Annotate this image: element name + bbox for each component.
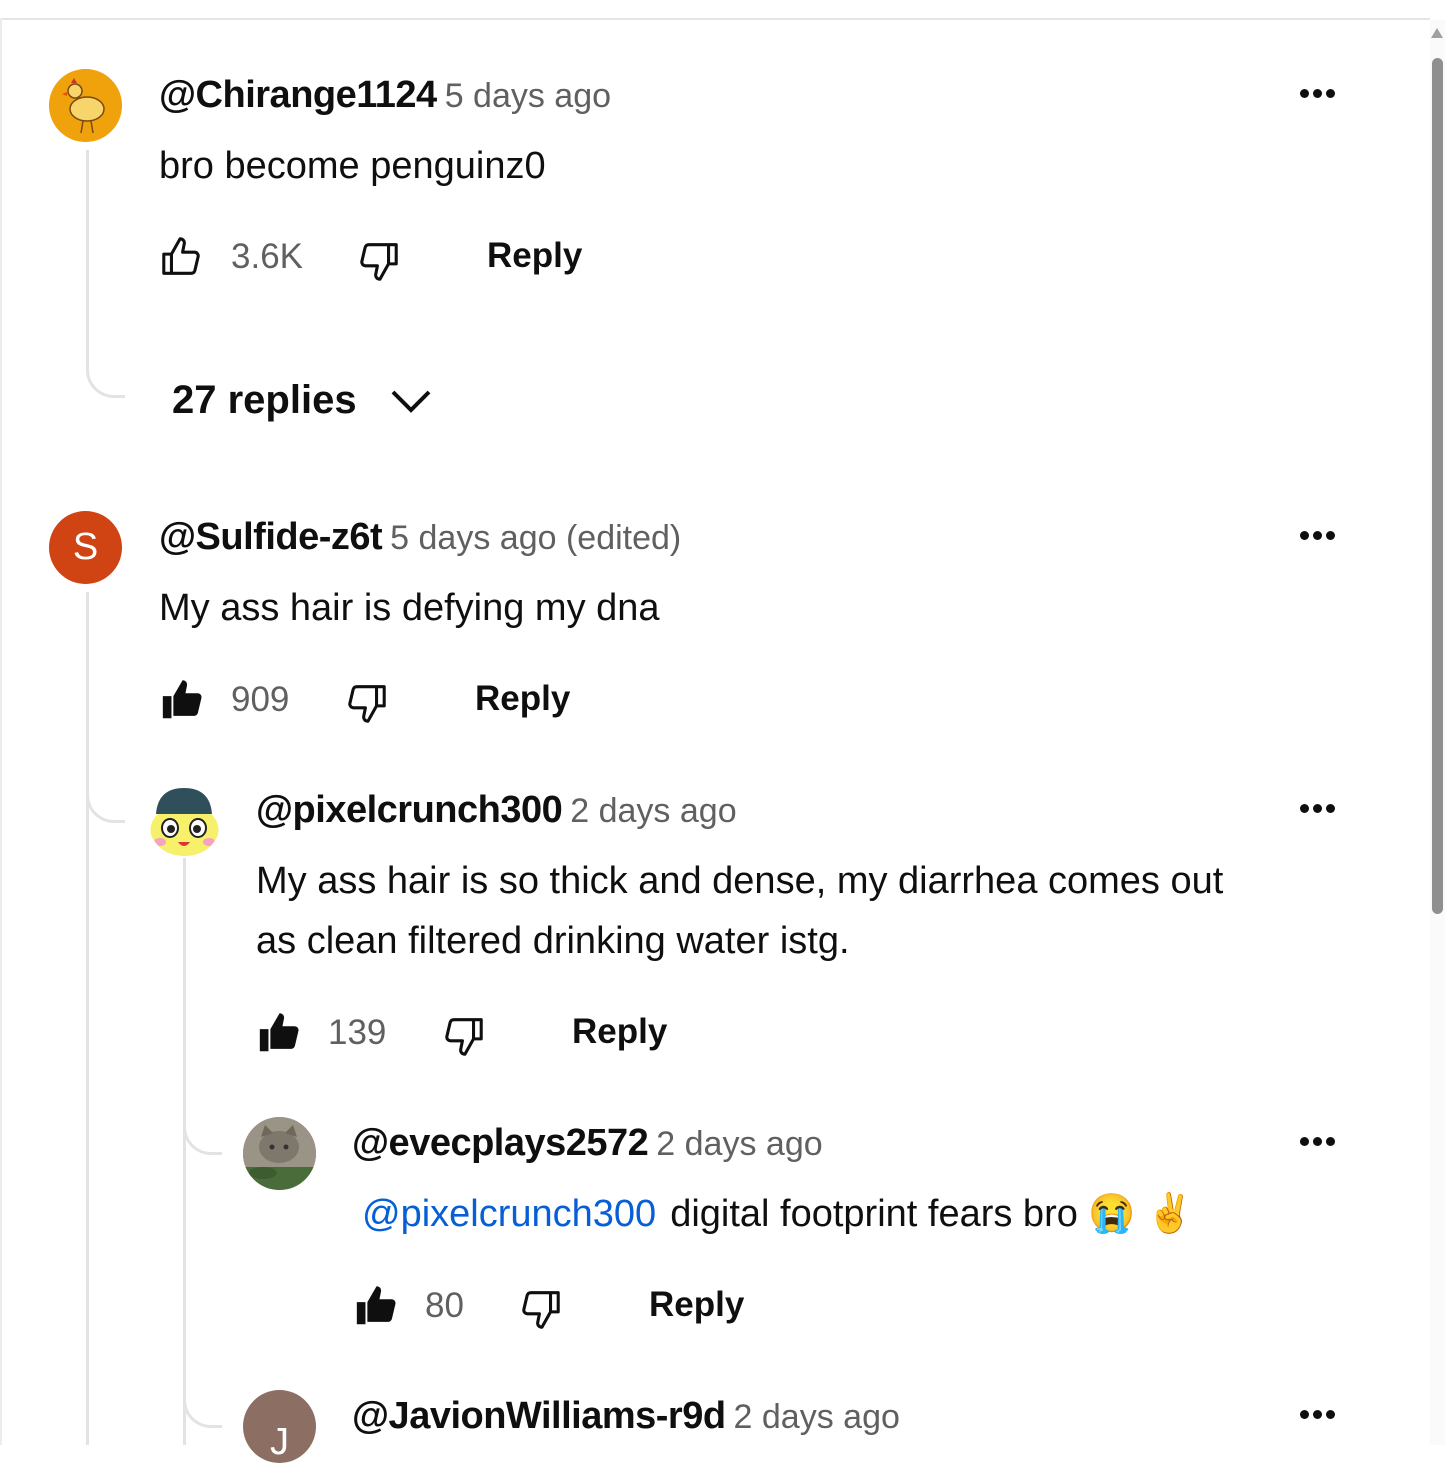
more-vert-icon[interactable] (1287, 1399, 1347, 1429)
thumb-up-filled-icon[interactable] (256, 1010, 302, 1056)
more-vert-icon[interactable] (1287, 793, 1347, 823)
author-name[interactable]: @pixelcrunch300 (256, 789, 563, 831)
avatar[interactable]: J (243, 1390, 316, 1463)
thread-connector (183, 1380, 222, 1428)
avatar-letter: S (72, 526, 99, 568)
reply-button[interactable]: Reply (649, 1285, 744, 1325)
comment-text-line: as clean filtered drinking water istg. (256, 920, 850, 962)
author-name[interactable]: @Sulfide-z6t (159, 516, 383, 558)
chevron-down-icon (391, 390, 430, 413)
comment-body: digital footprint fears bro 😭 ✌️ (670, 1193, 1194, 1235)
chicken-avatar-icon (49, 69, 122, 142)
view-replies-button[interactable]: 27 replies (172, 378, 433, 423)
mention-link[interactable]: @pixelcrunch300 (362, 1193, 656, 1235)
scrollbar-thumb[interactable] (1432, 58, 1443, 914)
thread-connector (86, 762, 125, 823)
timestamp[interactable]: 5 days ago (445, 77, 611, 115)
comment-header: @JavionWilliams-r9d 2 days ago (352, 1395, 900, 1438)
thumb-up-filled-icon[interactable] (159, 677, 205, 723)
avatar-letter: J (270, 1421, 289, 1463)
thumb-up-icon[interactable] (159, 234, 205, 280)
scroll-up-arrow-icon[interactable] (1431, 28, 1443, 38)
cat-photo-avatar-icon (243, 1117, 316, 1190)
comment-header: @pixelcrunch300 2 days ago (256, 789, 737, 832)
comment-text: @pixelcrunch300 digital footprint fears b… (362, 1184, 1194, 1244)
thumb-down-icon[interactable] (440, 1013, 486, 1059)
comment-text: My ass hair is defying my dna (159, 587, 660, 629)
more-vert-icon[interactable] (1287, 520, 1347, 550)
like-count: 909 (231, 680, 290, 719)
thread-connector (86, 150, 125, 398)
author-name[interactable]: @JavionWilliams-r9d (352, 1395, 726, 1437)
thread-connector (183, 1110, 222, 1155)
thumb-down-icon[interactable] (355, 238, 401, 284)
comment-header: @evecplays2572 2 days ago (352, 1122, 823, 1165)
more-vert-icon[interactable] (1287, 78, 1347, 108)
reply-button[interactable]: Reply (475, 679, 570, 719)
like-count: 80 (425, 1286, 464, 1325)
thread-line (86, 592, 89, 1445)
like-count: 139 (328, 1013, 387, 1052)
thumb-down-icon[interactable] (343, 680, 389, 726)
top-divider (0, 18, 1430, 20)
comment-text: bro become penguinz0 (159, 145, 546, 187)
thread-line (183, 858, 186, 1445)
timestamp[interactable]: 5 days ago (edited) (390, 519, 681, 557)
avatar[interactable] (243, 1117, 316, 1190)
avatar[interactable]: S (49, 511, 122, 584)
replies-count-label: 27 replies (172, 378, 357, 422)
author-name[interactable]: @evecplays2572 (352, 1122, 649, 1164)
avatar[interactable] (49, 69, 122, 142)
cartoon-avatar-icon (150, 788, 219, 856)
comment-text-line: My ass hair is so thick and dense, my di… (256, 860, 1224, 902)
thumb-down-icon[interactable] (517, 1286, 563, 1332)
left-divider (0, 18, 2, 1445)
reply-button[interactable]: Reply (487, 236, 582, 276)
timestamp[interactable]: 2 days ago (734, 1398, 900, 1436)
comment-header: @Chirange1124 5 days ago (159, 74, 611, 117)
timestamp[interactable]: 2 days ago (570, 792, 736, 830)
timestamp[interactable]: 2 days ago (656, 1125, 822, 1163)
avatar[interactable] (148, 784, 221, 857)
like-count: 3.6K (231, 237, 303, 276)
reply-button[interactable]: Reply (572, 1012, 667, 1052)
comment-header: @Sulfide-z6t 5 days ago (edited) (159, 516, 681, 559)
thumb-up-filled-icon[interactable] (353, 1283, 399, 1329)
author-name[interactable]: @Chirange1124 (159, 74, 437, 116)
more-vert-icon[interactable] (1287, 1126, 1347, 1156)
